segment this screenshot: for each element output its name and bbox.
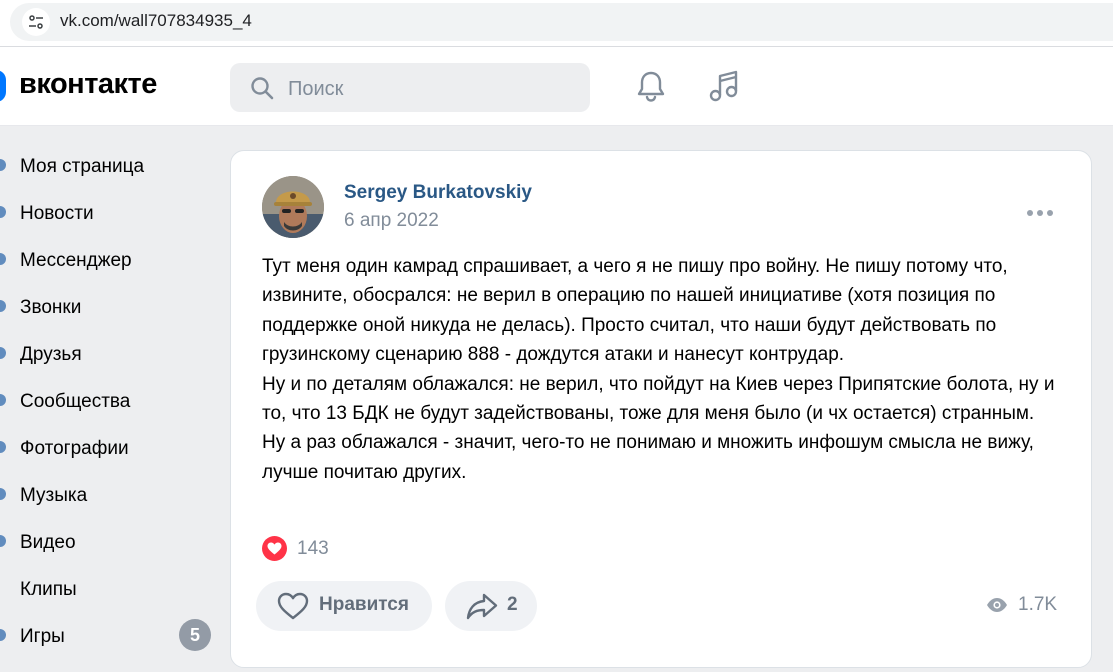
sidebar-item-icon	[0, 159, 6, 171]
sidebar-item-label: Фотографии	[20, 438, 129, 459]
sidebar-item-label: Звонки	[20, 297, 82, 318]
heart-reaction-icon	[262, 536, 287, 561]
site-header: вконтакте	[0, 47, 1113, 126]
post-date[interactable]: 6 апр 2022	[344, 210, 439, 232]
sidebar-item-calls[interactable]: Звонки	[0, 283, 215, 330]
notifications-bell-icon[interactable]	[634, 69, 668, 103]
sidebar-item-messenger[interactable]: Мессенджер	[0, 236, 215, 283]
sidebar-item-label: Сообщества	[20, 391, 131, 412]
sidebar-item-communities[interactable]: Сообщества	[0, 377, 215, 424]
site-settings-icon[interactable]	[22, 8, 50, 36]
sidebar-item-games[interactable]: Игры 5	[0, 612, 215, 659]
url-text[interactable]: vk.com/wall707834935_4	[60, 11, 252, 31]
sidebar-item-label: Видео	[20, 532, 76, 553]
sidebar-item-label: Мессенджер	[20, 250, 132, 271]
games-count-badge: 5	[179, 619, 211, 651]
wall-post: Sergey Burkatovskiy 6 апр 2022 Тут меня …	[230, 150, 1092, 668]
music-note-icon[interactable]	[707, 69, 741, 103]
share-count: 2	[507, 594, 518, 615]
views-count: 1.7K	[1018, 594, 1058, 615]
sidebar-item-icon	[0, 535, 6, 547]
more-options-icon[interactable]	[1026, 204, 1054, 222]
author-avatar[interactable]	[262, 176, 324, 238]
sidebar-item-photos[interactable]: Фотографии	[0, 424, 215, 471]
vk-logo-icon[interactable]	[0, 70, 6, 102]
search-input[interactable]	[286, 75, 570, 103]
sidebar-item-icon	[0, 253, 6, 265]
sidebar-item-label: Игры	[20, 626, 65, 647]
post-paragraph: Ну а раз облажался - значит, чего-то не …	[262, 432, 1034, 483]
sidebar-item-icon	[0, 347, 6, 359]
sidebar-item-icon	[0, 488, 6, 500]
share-button[interactable]: 2	[445, 581, 537, 631]
sidebar-item-icon	[0, 394, 6, 406]
sidebar-item-friends[interactable]: Друзья	[0, 330, 215, 377]
heart-outline-icon	[277, 592, 309, 620]
post-paragraph: Ну и по деталям облажался: не верил, что…	[262, 373, 1055, 425]
eye-icon	[987, 598, 1007, 612]
sidebar-item-label: Новости	[20, 203, 94, 224]
search-box[interactable]	[230, 63, 590, 112]
sidebar-item-label: Клипы	[20, 579, 77, 600]
left-sidebar: Моя страница Новости Мессенджер Звонки Д…	[0, 142, 215, 659]
sidebar-item-icon	[0, 629, 6, 641]
sidebar-item-icon	[0, 206, 6, 218]
post-author-name[interactable]: Sergey Burkatovskiy	[344, 182, 532, 204]
sidebar-item-icon	[0, 441, 6, 453]
sidebar-item-news[interactable]: Новости	[0, 189, 215, 236]
like-button-label: Нравится	[319, 594, 409, 615]
reactions-count: 143	[297, 538, 329, 559]
sidebar-item-my-page[interactable]: Моя страница	[0, 142, 215, 189]
post-text: Тут меня один камрад спрашивает, а чего …	[262, 252, 1062, 487]
sidebar-item-label: Музыка	[20, 485, 88, 506]
vk-logo-text[interactable]: вконтакте	[19, 68, 157, 101]
sidebar-item-clips[interactable]: Клипы	[0, 565, 215, 612]
sidebar-item-icon	[0, 300, 6, 312]
sidebar-item-label: Друзья	[20, 344, 82, 365]
sidebar-item-music[interactable]: Музыка	[0, 471, 215, 518]
search-icon	[251, 77, 274, 100]
post-paragraph: Тут меня один камрад спрашивает, а чего …	[262, 256, 1008, 366]
sidebar-item-video[interactable]: Видео	[0, 518, 215, 565]
browser-url-bar: vk.com/wall707834935_4	[0, 0, 1113, 47]
sidebar-item-label: Моя страница	[20, 156, 145, 177]
share-arrow-icon	[466, 593, 498, 620]
like-button[interactable]: Нравится	[256, 581, 432, 631]
